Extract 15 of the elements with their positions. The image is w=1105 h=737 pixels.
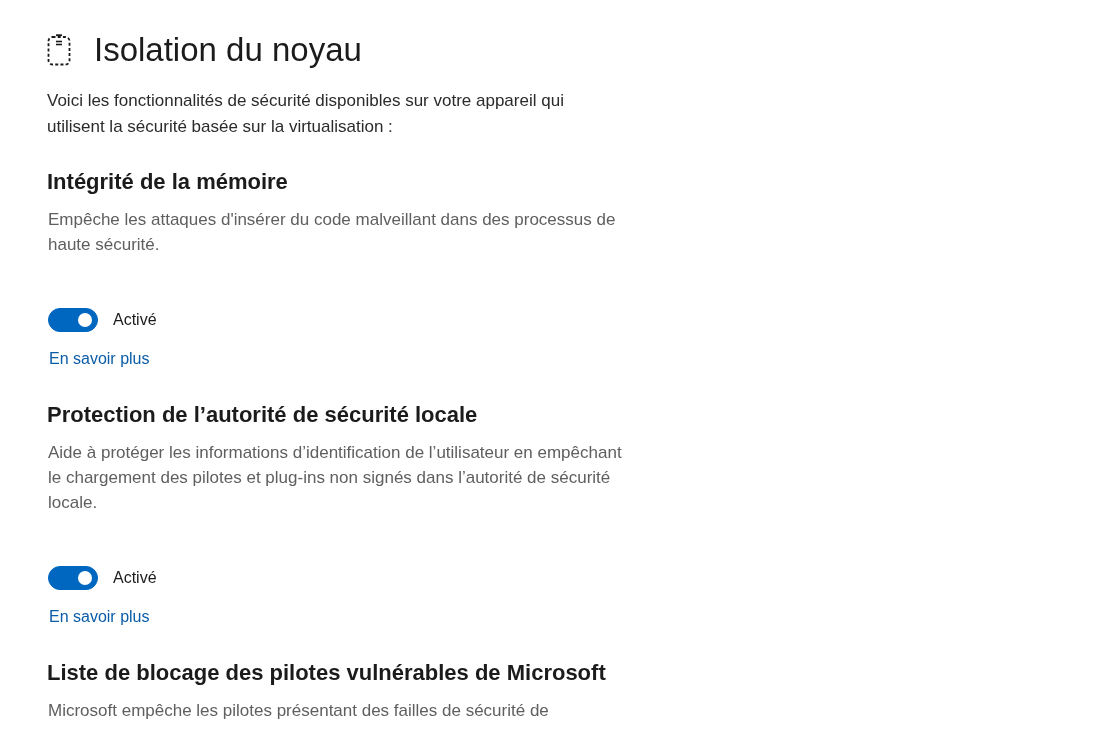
section-heading: Liste de blocage des pilotes vulnérables de Microsoft bbox=[47, 659, 606, 687]
section-description: Aide à protéger les informations d’identification de l’utilisateur en empêchant le chargement des pilotes et plug-ins non signés dans l’autorité de sécurité locale. bbox=[48, 442, 623, 514]
toggle-label: Activé bbox=[113, 310, 157, 330]
section-description: Microsoft empêche les pilotes présentant des failles de sécurité de bbox=[48, 700, 550, 722]
intro-text: Voici les fonctionnalités de sécurité disponibles sur votre appareil qui utilisent la sécurité basée sur la virtualisation : bbox=[47, 90, 565, 138]
learn-more-link[interactable]: En savoir plus bbox=[49, 606, 150, 628]
section-heading: Intégrité de la mémoire bbox=[47, 168, 288, 196]
toggle-switch[interactable] bbox=[48, 308, 98, 332]
toggle-label: Activé bbox=[113, 568, 157, 588]
toggle-switch[interactable] bbox=[48, 566, 98, 590]
learn-more-link[interactable]: En savoir plus bbox=[49, 348, 150, 370]
section-description: Empêche les attaques d'insérer du code malveillant dans des processus de haute sécurité. bbox=[48, 209, 617, 256]
core-isolation-icon bbox=[47, 34, 71, 66]
section-heading: Protection de l’autorité de sécurité locale bbox=[47, 401, 478, 429]
page-title: Isolation du noyau bbox=[94, 30, 362, 70]
